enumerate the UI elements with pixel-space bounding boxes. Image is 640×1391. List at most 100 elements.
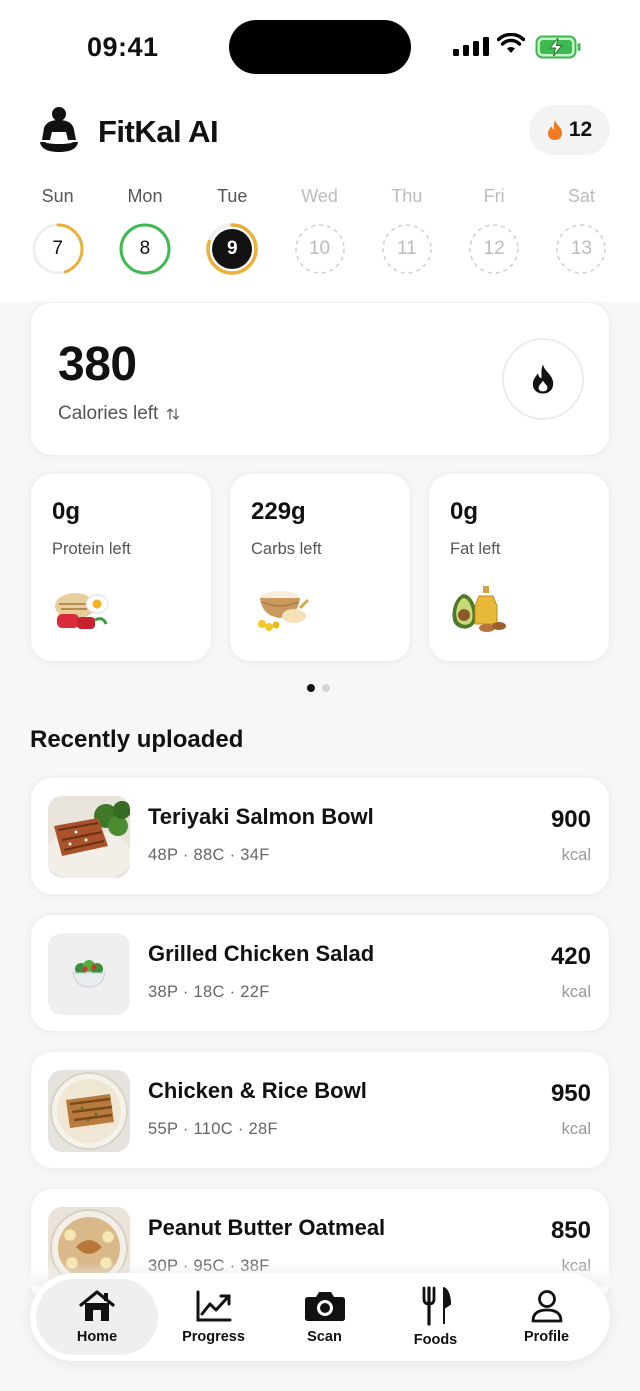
tab-progress[interactable]: Progress xyxy=(158,1279,269,1355)
macro-value: 0g xyxy=(450,498,479,525)
battery-charging-icon xyxy=(535,35,581,59)
day-thu[interactable]: Thu 11 xyxy=(363,186,450,276)
meal-thumbnail xyxy=(48,1070,130,1152)
app-title: FitKal AI xyxy=(98,114,219,149)
meal-thumbnail xyxy=(48,796,130,878)
meal-card[interactable]: Teriyaki Salmon Bowl 48P · 88C · 34F 900… xyxy=(30,777,610,895)
day-number: 7 xyxy=(52,238,63,259)
meal-card[interactable]: Grilled Chicken Salad 38P · 18C · 22F 42… xyxy=(30,914,610,1032)
meal-kcal: 900 xyxy=(550,806,591,833)
page-indicator[interactable] xyxy=(307,684,330,692)
home-icon xyxy=(79,1290,115,1321)
day-label: Sat xyxy=(567,186,595,206)
person-icon xyxy=(531,1290,562,1323)
day-number: 9 xyxy=(226,238,238,259)
day-wed[interactable]: Wed 10 xyxy=(276,186,363,276)
tab-label: Progress xyxy=(182,1329,245,1345)
calories-label: Calories left xyxy=(58,403,159,424)
day-ring: 9 xyxy=(205,222,259,276)
cellular-signal-icon xyxy=(453,36,489,56)
wifi-icon xyxy=(497,33,525,53)
fat-food-icon xyxy=(452,586,506,632)
meal-kcal-unit: kcal xyxy=(561,1120,591,1138)
day-ring: 11 xyxy=(380,222,434,276)
day-ring: 10 xyxy=(293,222,347,276)
day-ring: 8 xyxy=(118,222,172,276)
status-time: 09:41 xyxy=(87,32,159,62)
day-sun[interactable]: Sun 7 xyxy=(14,186,101,276)
day-label: Sun xyxy=(41,186,74,206)
chicken-rice-bowl-image xyxy=(48,1070,130,1152)
day-label: Tue xyxy=(217,186,248,206)
day-number: 8 xyxy=(139,238,151,259)
meal-name: Teriyaki Salmon Bowl xyxy=(148,804,374,829)
tab-label: Profile xyxy=(523,1329,570,1345)
day-label: Thu xyxy=(391,186,423,206)
day-number: 12 xyxy=(483,238,505,259)
salmon-bowl-image xyxy=(48,796,130,878)
protein-card[interactable]: 0g Protein left xyxy=(30,473,212,662)
day-fri[interactable]: Fri 12 xyxy=(450,186,537,276)
day-ring: 12 xyxy=(467,222,521,276)
macro-label: Fat left xyxy=(450,540,501,558)
tab-home[interactable]: Home xyxy=(36,1279,158,1355)
day-number: 13 xyxy=(570,238,592,259)
macro-value: 0g xyxy=(52,498,81,525)
calories-value: 380 xyxy=(58,338,137,391)
meal-name: Grilled Chicken Salad xyxy=(148,941,375,966)
calories-card[interactable]: 380 Calories left xyxy=(30,302,610,456)
meal-kcal-unit: kcal xyxy=(561,983,591,1001)
bottom-tab-bar: Home Progress Scan Foods Profile xyxy=(30,1273,610,1361)
flame-icon xyxy=(532,364,554,394)
day-number: 10 xyxy=(308,238,331,259)
macro-label: Protein left xyxy=(52,540,131,558)
meal-card[interactable]: Chicken & Rice Bowl 55P · 110C · 28F 950… xyxy=(30,1051,610,1169)
macro-value: 229g xyxy=(251,498,306,525)
logo-icon xyxy=(40,107,78,152)
fork-knife-icon xyxy=(422,1286,451,1326)
protein-food-icon xyxy=(55,593,109,629)
day-label: Wed xyxy=(301,186,338,206)
progress-chart-icon xyxy=(196,1290,231,1322)
recent-section-title: Recently uploaded xyxy=(30,726,244,753)
status-bar: 09:41 xyxy=(0,0,640,96)
tab-scan[interactable]: Scan xyxy=(269,1279,380,1355)
meal-name: Peanut Butter Oatmeal xyxy=(148,1215,386,1240)
home-header: FitKal AI 12 Sun 7 Mon 8 Tue 9 Wed 10 Th… xyxy=(0,96,640,302)
day-ring: 13 xyxy=(554,222,608,276)
carbs-card[interactable]: 229g Carbs left xyxy=(229,473,411,662)
day-label: Mon xyxy=(127,186,163,206)
meal-kcal: 850 xyxy=(550,1217,591,1244)
meal-macros: 38P · 18C · 22F xyxy=(148,983,270,1001)
page-dot-active xyxy=(307,684,315,692)
day-number: 11 xyxy=(396,238,417,259)
meal-kcal: 420 xyxy=(550,943,591,970)
camera-icon xyxy=(304,1292,345,1321)
page-dot xyxy=(322,684,330,692)
streak-badge[interactable]: 12 xyxy=(529,105,610,155)
day-ring: 7 xyxy=(31,222,85,276)
tab-foods[interactable]: Foods xyxy=(380,1279,491,1355)
flame-icon xyxy=(547,120,562,140)
meal-kcal-unit: kcal xyxy=(561,846,591,864)
macro-label: Carbs left xyxy=(251,540,322,558)
meal-name: Chicken & Rice Bowl xyxy=(148,1078,367,1103)
day-tue[interactable]: Tue 9 xyxy=(189,186,276,276)
tab-profile[interactable]: Profile xyxy=(491,1279,602,1355)
tab-label: Home xyxy=(76,1329,118,1345)
carbs-food-icon xyxy=(258,591,310,631)
meal-macros: 55P · 110C · 28F xyxy=(148,1120,278,1138)
meal-macros: 48P · 88C · 34F xyxy=(148,846,270,864)
streak-count: 12 xyxy=(568,118,593,141)
fat-card[interactable]: 0g Fat left xyxy=(428,473,610,662)
day-label: Fri xyxy=(483,186,505,206)
day-mon[interactable]: Mon 8 xyxy=(101,186,188,276)
swap-arrows-icon[interactable] xyxy=(166,407,180,421)
week-strip: Sun 7 Mon 8 Tue 9 Wed 10 Thu 11 Fri 12 S… xyxy=(14,186,625,276)
tab-label: Scan xyxy=(307,1329,342,1345)
meal-thumbnail xyxy=(48,933,130,1015)
meal-kcal: 950 xyxy=(550,1080,591,1107)
salad-bowl-icon xyxy=(72,960,106,988)
tab-label: Foods xyxy=(413,1332,458,1348)
day-sat[interactable]: Sat 13 xyxy=(538,186,625,276)
